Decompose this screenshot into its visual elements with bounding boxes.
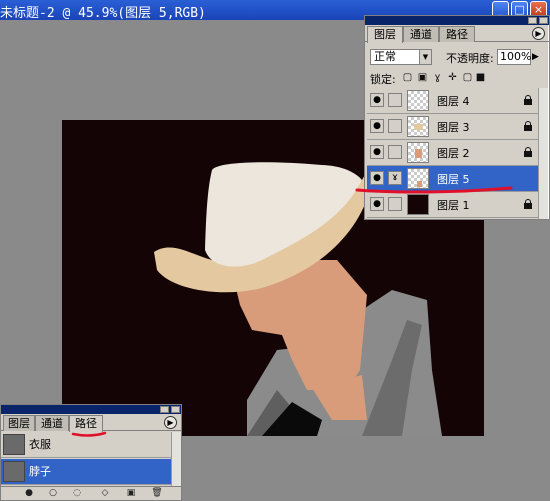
- path-thumbnail: [3, 434, 25, 455]
- palette-minimize-button[interactable]: [160, 406, 169, 413]
- paths-tab-strip: 图层 通道 路径 ▶: [1, 414, 181, 432]
- layer-list: ● 图层 4 ● 图层 3 ● 图层 2 ● ɤ 图层 5 ● 图层 1: [367, 88, 548, 219]
- layer-thumbnail: [407, 142, 429, 163]
- palette-minimize-button[interactable]: [528, 17, 537, 24]
- layer-thumbnail: [407, 116, 429, 137]
- palette-menu-icon[interactable]: ▶: [164, 416, 177, 429]
- lock-all-icon[interactable]: ■: [475, 72, 486, 83]
- load-selection-icon[interactable]: ◌: [71, 488, 83, 499]
- eye-icon[interactable]: ●: [370, 93, 384, 107]
- link-box[interactable]: [388, 145, 402, 159]
- layer-name: 图层 3: [437, 121, 470, 134]
- stroke-path-icon[interactable]: ○: [47, 488, 59, 499]
- palette-title-bar[interactable]: [365, 16, 549, 25]
- layer-row-2[interactable]: ● 图层 2: [367, 140, 538, 166]
- path-row-clothes[interactable]: 衣服: [1, 432, 171, 458]
- lock-label: 锁定:: [370, 73, 396, 86]
- trash-icon[interactable]: 🗑: [151, 488, 163, 499]
- fill-path-icon[interactable]: ●: [23, 488, 35, 499]
- annotation-underline: [355, 186, 513, 194]
- tab-channels[interactable]: 通道: [35, 415, 69, 431]
- lock-brush-icon[interactable]: ɣ: [432, 72, 443, 83]
- paths-palette[interactable]: 图层 通道 路径 ▶ 衣服 脖子 ● ○ ◌ ◇ ▣ 🗑: [0, 404, 182, 501]
- lock-icon: [524, 147, 532, 157]
- opacity-label: 不透明度:: [446, 52, 494, 65]
- eye-icon[interactable]: ●: [370, 197, 384, 211]
- new-path-icon[interactable]: ▣: [125, 488, 137, 499]
- layer-thumbnail: [407, 90, 429, 111]
- chevron-down-icon[interactable]: ▼: [419, 50, 431, 64]
- path-row-neck[interactable]: 脖子: [1, 459, 171, 485]
- make-workpath-icon[interactable]: ◇: [99, 488, 111, 499]
- path-name: 衣服: [29, 438, 51, 451]
- lock-icon: [524, 95, 532, 105]
- tab-layers[interactable]: 图层: [367, 26, 403, 43]
- palette-close-button[interactable]: [171, 406, 180, 413]
- lock-image-icon[interactable]: ▣: [417, 72, 428, 83]
- layers-tab-strip: 图层 通道 路径 ▶: [365, 25, 549, 43]
- hat-swatch: [414, 124, 423, 130]
- eye-icon[interactable]: ●: [370, 119, 384, 133]
- lock-icon: [524, 121, 532, 131]
- layer-name: 图层 1: [437, 199, 470, 212]
- lock-icon: [524, 199, 532, 209]
- eye-icon[interactable]: ●: [370, 145, 384, 159]
- layer-scrollbar[interactable]: [538, 88, 548, 219]
- layer-row-4[interactable]: ● 图层 4: [367, 88, 538, 114]
- path-thumbnail: [3, 461, 25, 482]
- link-box[interactable]: [388, 197, 402, 211]
- palette-title-bar[interactable]: [1, 405, 181, 414]
- face-swatch: [415, 149, 422, 158]
- paths-scrollbar[interactable]: [171, 432, 181, 486]
- blend-mode-select[interactable]: 正常 ▼: [370, 49, 432, 65]
- tab-channels[interactable]: 通道: [403, 26, 439, 42]
- opacity-input[interactable]: 100%: [497, 49, 531, 65]
- tab-paths[interactable]: 路径: [439, 26, 475, 42]
- lock-all-box-icon[interactable]: ▢: [462, 72, 473, 83]
- paths-footer-toolbar: ● ○ ◌ ◇ ▣ 🗑: [1, 486, 181, 500]
- blend-mode-value: 正常: [374, 50, 396, 63]
- lock-position-icon[interactable]: ✛: [447, 72, 458, 83]
- link-box[interactable]: [388, 119, 402, 133]
- path-name: 脖子: [29, 465, 51, 478]
- layer-row-3[interactable]: ● 图层 3: [367, 114, 538, 140]
- lock-transparency-icon[interactable]: ▢: [402, 72, 413, 83]
- opacity-arrow-icon[interactable]: ▶: [532, 49, 544, 65]
- tab-layers[interactable]: 图层: [3, 415, 35, 431]
- document-title: 未标题-2 @ 45.9%(图层 5,RGB): [0, 6, 206, 21]
- layer-thumbnail: [407, 194, 429, 215]
- palette-close-button[interactable]: [539, 17, 548, 24]
- palette-menu-icon[interactable]: ▶: [532, 27, 545, 40]
- link-box[interactable]: [388, 93, 402, 107]
- layer-name: 图层 2: [437, 147, 470, 160]
- layer-name: 图层 4: [437, 95, 470, 108]
